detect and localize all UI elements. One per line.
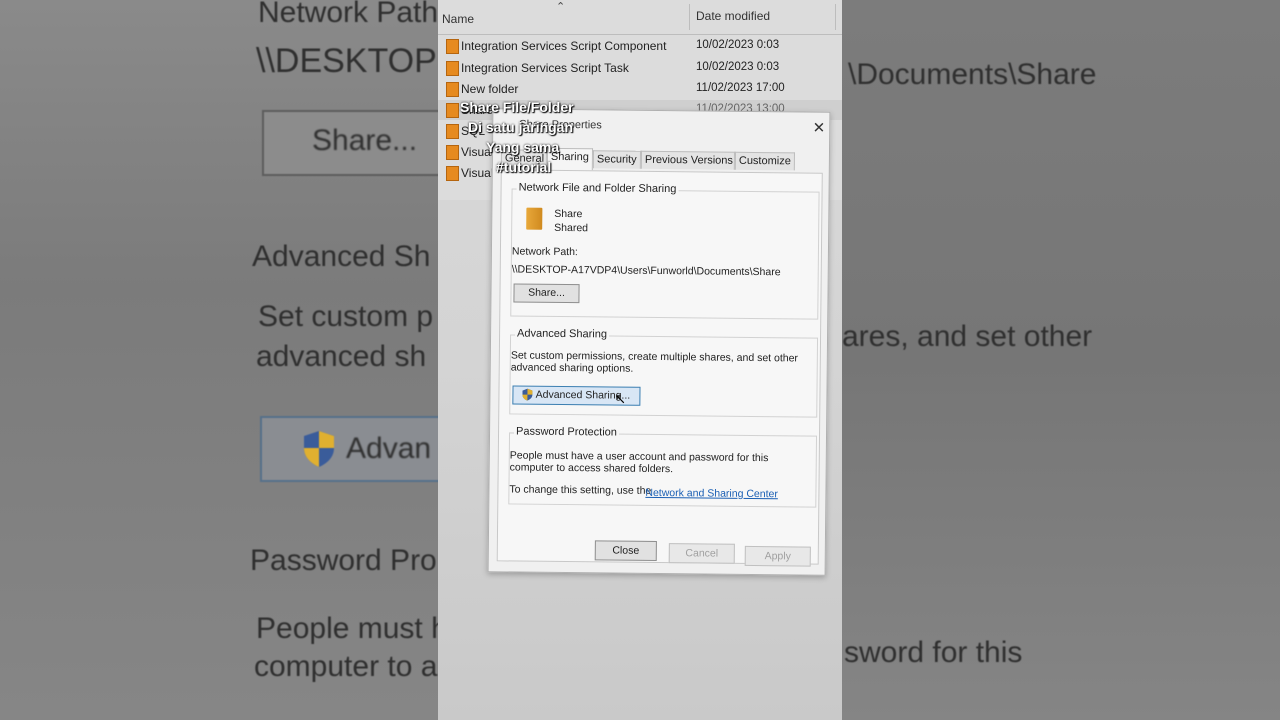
advanced-desc-line2: advanced sharing options. <box>510 361 634 375</box>
bg-network-path-value: \\DESKTOP <box>256 42 437 80</box>
bg-network-path-label: Network Path <box>258 0 438 29</box>
network-path-value: \\DESKTOP-A17VDP4\Users\Funworld\Documen… <box>511 263 781 279</box>
bg-advanced-desc-1: Set custom p <box>258 300 434 333</box>
list-item[interactable]: New folder 11/02/2023 17:00 <box>438 79 842 99</box>
folder-icon <box>446 61 459 76</box>
file-name: Integration Services Script Component <box>461 39 667 53</box>
bg-advanced-button: Advan <box>260 416 438 482</box>
bg-advanced-fragment: ares, and set other <box>842 320 1093 353</box>
folder-icon <box>446 82 459 97</box>
sharing-tab-panel: Network File and Folder Sharing Share Sh… <box>496 169 823 565</box>
bg-advanced-desc-2: advanced sh <box>256 340 427 373</box>
bg-password-heading: Password Pro <box>250 544 437 577</box>
sort-up-icon: ⌃ <box>556 1 566 13</box>
list-item[interactable]: Integration Services Script Task 10/02/2… <box>438 58 842 78</box>
group-label: Password Protection <box>513 425 620 439</box>
caption-line-2: Di satu jaringan <box>468 119 574 135</box>
change-setting-text: To change this setting, use the <box>509 483 652 497</box>
file-date: 11/02/2023 17:00 <box>696 82 785 94</box>
cancel-button[interactable]: Cancel <box>668 543 735 564</box>
tab-security[interactable]: Security <box>592 150 642 169</box>
file-date: 10/02/2023 0:03 <box>696 61 780 73</box>
bg-shield-icon <box>304 431 334 467</box>
column-divider[interactable] <box>835 4 836 30</box>
apply-button[interactable]: Apply <box>744 545 811 567</box>
folder-name: Share <box>554 207 583 221</box>
folder-icon <box>446 124 459 139</box>
share-button[interactable]: Share... <box>513 283 580 304</box>
close-button[interactable]: Close <box>594 540 657 561</box>
folder-icon <box>446 166 459 181</box>
close-icon[interactable]: ✕ <box>813 119 826 137</box>
column-header: Name ⌃ Date modified <box>438 0 842 35</box>
advanced-sharing-group: Advanced Sharing Set custom permissions,… <box>509 327 819 418</box>
screen-photo: Name ⌃ Date modified Integration Service… <box>438 0 842 720</box>
network-sharing-center-link[interactable]: Network and Sharing Center <box>645 487 778 500</box>
password-desc-line2: computer to access shared folders. <box>509 461 674 476</box>
bg-advanced-heading: Advanced Sh <box>252 240 431 273</box>
folder-icon <box>446 145 459 160</box>
column-date-header[interactable]: Date modified <box>696 9 770 23</box>
file-name: Integration Services Script Task <box>461 61 629 75</box>
bg-password-desc-1: People must h <box>256 612 438 645</box>
folder-icon <box>446 39 459 54</box>
bg-password-desc-2: computer to a <box>254 650 438 683</box>
folder-icon <box>446 103 459 118</box>
file-date: 10/02/2023 0:03 <box>696 39 780 51</box>
folder-icon <box>526 207 543 230</box>
bg-password-fragment: sword for this <box>844 636 1023 669</box>
network-sharing-group: Network File and Folder Sharing Share Sh… <box>510 181 820 320</box>
mouse-cursor-icon: ↖ <box>614 390 627 407</box>
caption-line-4: #tutorial <box>496 159 552 175</box>
uac-shield-icon <box>522 388 533 401</box>
caption-line-3: Yang sama <box>486 139 560 155</box>
list-item[interactable]: Integration Services Script Component 10… <box>438 36 842 56</box>
bg-share-button: Share... <box>262 110 438 176</box>
password-protection-group: Password Protection People must have a u… <box>508 425 818 508</box>
column-name-header[interactable]: Name <box>442 12 474 26</box>
caption-line-1: Share File/Folder <box>460 99 574 115</box>
network-path-label: Network Path: <box>511 245 578 259</box>
tab-previous-versions[interactable]: Previous Versions <box>640 150 735 170</box>
background-zoom-right: \Documents\Share ares, and set other swo… <box>842 0 1280 720</box>
group-label: Network File and Folder Sharing <box>516 181 679 196</box>
folder-status: Shared <box>554 221 589 235</box>
file-name: Visual <box>461 166 494 180</box>
properties-dialog: Share Properties ✕ General Sharing Secur… <box>487 108 831 576</box>
column-divider[interactable] <box>689 4 690 30</box>
tab-customize[interactable]: Customize <box>734 151 795 171</box>
file-name: New folder <box>461 82 519 96</box>
background-zoom-left: Network Path \\DESKTOP Share... Advanced… <box>0 0 438 720</box>
group-label: Advanced Sharing <box>515 327 610 341</box>
bg-path-fragment: \Documents\Share <box>848 58 1097 91</box>
